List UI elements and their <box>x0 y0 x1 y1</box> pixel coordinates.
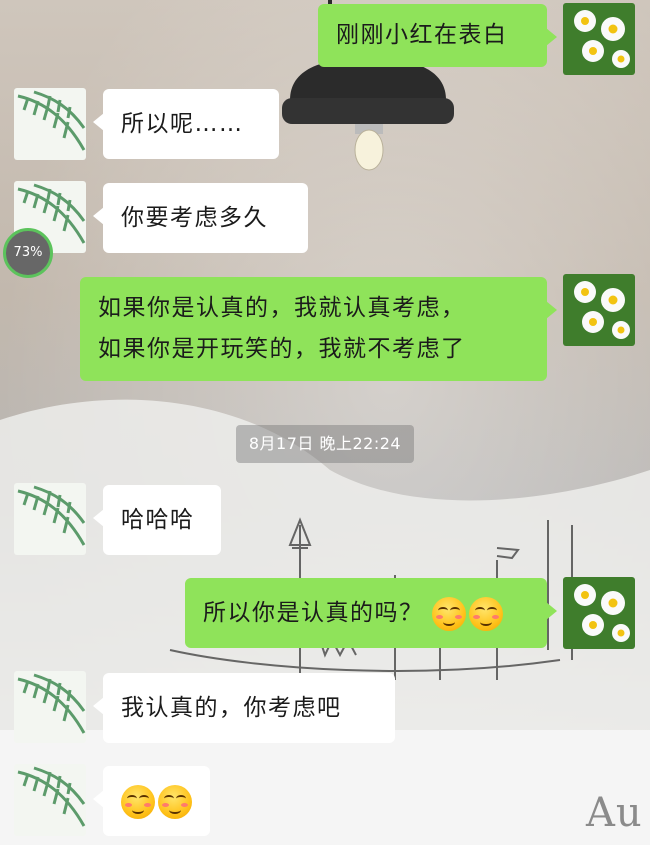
blushing-smile-emoji-icon <box>432 596 467 631</box>
watermark-text: Au <box>586 790 643 836</box>
my-avatar[interactable] <box>563 577 635 649</box>
contact-avatar[interactable] <box>14 764 86 836</box>
my-avatar[interactable] <box>563 3 635 75</box>
message-bubble-incoming[interactable]: 我认真的，你考虑吧 <box>93 673 395 743</box>
message-text-line: 如果你是开玩笑的，我就不考虑了 <box>98 336 466 362</box>
fern-leaves-avatar <box>14 88 86 160</box>
message-text: 哈哈哈 <box>121 507 195 533</box>
message-text: 所以呢…… <box>121 111 244 137</box>
message-bubble-outgoing[interactable]: 刚刚小红在表白 <box>318 4 557 67</box>
message-text: 我认真的，你考虑吧 <box>121 695 342 721</box>
daisy-flowers-avatar <box>563 274 635 346</box>
fern-leaves-avatar <box>14 483 86 555</box>
progress-label: 73% <box>13 245 43 260</box>
my-avatar[interactable] <box>563 274 635 346</box>
fern-leaves-avatar <box>14 671 86 743</box>
message-text: 你要考虑多久 <box>121 205 268 231</box>
fern-leaves-avatar <box>14 764 86 836</box>
message-timestamp: 8月17日 晚上22:24 <box>236 425 414 463</box>
message-bubble-incoming[interactable] <box>93 766 210 836</box>
daisy-flowers-avatar <box>563 577 635 649</box>
blushing-smile-emoji-icon <box>158 784 192 819</box>
message-bubble-incoming[interactable]: 所以呢…… <box>93 89 279 159</box>
message-bubble-incoming[interactable]: 哈哈哈 <box>93 485 221 555</box>
contact-avatar[interactable] <box>14 483 86 555</box>
message-bubble-outgoing[interactable]: 所以你是认真的吗？ <box>185 578 557 648</box>
message-text: 刚刚小红在表白 <box>336 22 508 48</box>
blushing-smile-emoji-icon <box>121 784 155 819</box>
floating-progress-badge[interactable]: 73% <box>3 228 53 278</box>
contact-avatar[interactable] <box>14 88 86 160</box>
message-bubble-incoming[interactable]: 你要考虑多久 <box>93 183 308 253</box>
blushing-smile-emoji-icon <box>469 596 504 631</box>
message-text-line: 如果你是认真的，我就认真考虑， <box>98 295 466 321</box>
daisy-flowers-avatar <box>563 3 635 75</box>
message-bubble-outgoing[interactable]: 如果你是认真的，我就认真考虑， 如果你是开玩笑的，我就不考虑了 <box>80 277 557 381</box>
message-text: 所以你是认真的吗？ <box>203 600 424 626</box>
contact-avatar[interactable] <box>14 671 86 743</box>
